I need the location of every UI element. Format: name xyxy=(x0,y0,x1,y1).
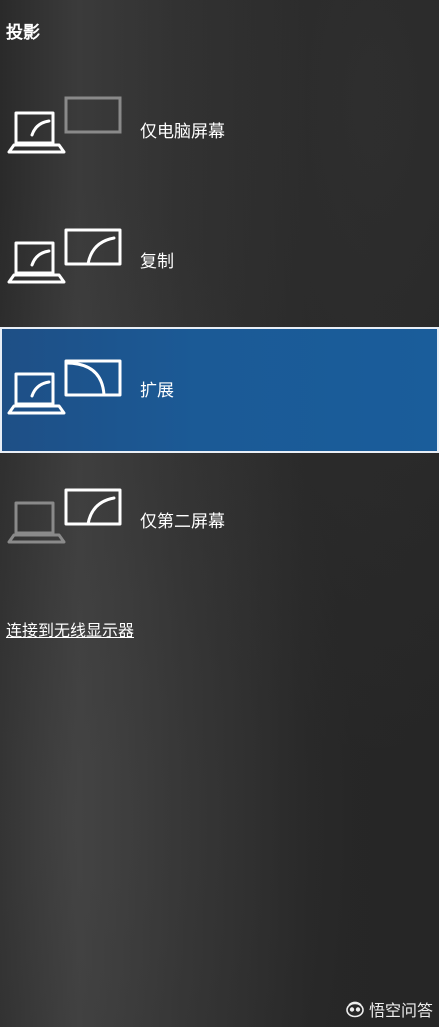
wukong-logo-icon xyxy=(345,1000,365,1018)
extend-icon xyxy=(6,355,128,425)
option-label: 复制 xyxy=(140,252,174,272)
option-label: 仅第二屏幕 xyxy=(140,512,225,532)
pc-screen-only-icon xyxy=(6,96,128,166)
option-extend[interactable]: 扩展 xyxy=(0,327,439,453)
option-duplicate[interactable]: 复制 xyxy=(0,198,439,324)
page-title: 投影 xyxy=(6,23,40,43)
option-label: 扩展 xyxy=(140,381,174,401)
duplicate-icon xyxy=(6,226,128,296)
watermark: 悟空问答 xyxy=(345,997,433,1021)
second-screen-only-icon xyxy=(6,486,128,556)
watermark-text: 悟空问答 xyxy=(368,1001,433,1020)
connect-wireless-display-link[interactable]: 连接到无线显示器 xyxy=(6,620,134,642)
option-second-screen-only[interactable]: 仅第二屏幕 xyxy=(0,458,439,584)
option-pc-screen-only[interactable]: 仅电脑屏幕 xyxy=(0,68,439,194)
option-label: 仅电脑屏幕 xyxy=(140,122,225,142)
